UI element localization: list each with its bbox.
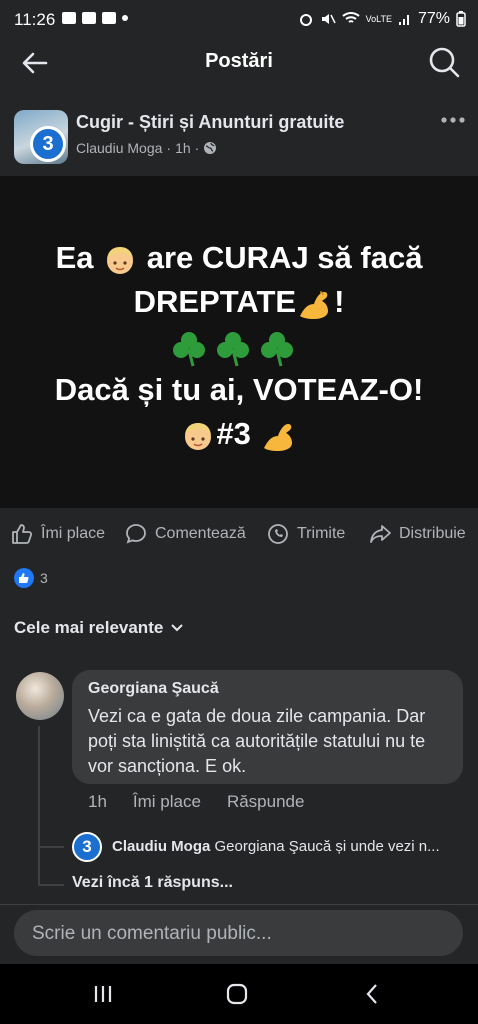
woman-emoji-icon: [185, 422, 212, 450]
back-nav-icon[interactable]: [358, 980, 388, 1008]
sort-label: Cele mai relevante: [14, 618, 164, 637]
shamrock-icon: [173, 331, 293, 367]
flexed-biceps-icon: [300, 291, 329, 319]
whatsapp-icon: [268, 524, 288, 544]
group-badge: 3: [30, 126, 66, 162]
gallery-icon: [62, 12, 76, 24]
comment-icon: [126, 524, 146, 544]
reactions-summary[interactable]: 3: [14, 568, 48, 588]
post-text-line1: Ea are CURAJ să facă: [0, 236, 478, 280]
thread-line: [38, 726, 40, 886]
mail-icon: [82, 12, 96, 24]
comment-time: 1h: [88, 792, 107, 811]
like-reaction-icon: [14, 568, 34, 588]
home-icon[interactable]: [222, 980, 252, 1008]
thread-branch: [38, 884, 64, 886]
post-image[interactable]: Ea are CURAJ să facă DREPTATE ! Dacă și …: [0, 176, 478, 508]
group-avatar[interactable]: 3: [14, 110, 68, 164]
thumbs-up-icon: [12, 524, 33, 544]
volte-label: VoLTE: [365, 13, 392, 24]
battery-icon: [456, 11, 466, 27]
search-icon[interactable]: [426, 44, 462, 80]
share-button[interactable]: Distribuie: [368, 522, 466, 546]
view-more-replies-link[interactable]: Vezi încă 1 răspuns...: [72, 874, 233, 892]
meta-separator: ·: [166, 140, 172, 156]
commenter-avatar[interactable]: [16, 672, 64, 720]
battery-percent: 77%: [417, 10, 450, 27]
more-notifications-icon: [122, 15, 128, 21]
more-options-icon[interactable]: [438, 110, 468, 130]
status-time: 11:26: [14, 10, 56, 29]
post-text-line5: #3: [0, 412, 478, 456]
reply-author: Claudiu Moga: [112, 838, 211, 855]
reply-preview[interactable]: Claudiu Moga Georgiana Şaucă și unde vez…: [112, 838, 462, 855]
globe-icon: [204, 142, 217, 154]
app-header: Postări: [0, 40, 478, 84]
comment-text: Vezi ca e gata de doua zile campania. Da…: [88, 706, 426, 776]
alarm-icon: [299, 14, 312, 26]
chevron-down-icon: [171, 624, 184, 632]
comment-input[interactable]: [30, 910, 454, 958]
comment-button[interactable]: Comentează: [124, 522, 246, 546]
system-icons: VoLTE 77%: [298, 10, 466, 28]
post-time[interactable]: 1h: [175, 140, 191, 156]
post-text-line3: [0, 324, 478, 368]
thread-branch: [38, 846, 64, 848]
share-icon: [370, 525, 391, 543]
page-title: Postări: [205, 50, 273, 72]
meta-separator: ·: [194, 140, 200, 156]
like-button[interactable]: Îmi place: [10, 522, 105, 546]
comment-like-button[interactable]: Îmi place: [133, 792, 201, 812]
comment-composer[interactable]: [14, 910, 463, 958]
signal-icon: [398, 15, 409, 25]
flexed-biceps-icon: [263, 423, 292, 451]
mute-icon: [321, 14, 336, 24]
reply-text: Georgiana Şaucă și unde vezi n...: [214, 838, 440, 855]
post-text-line4: Dacă și tu ai, VOTEAZ-O!: [54, 372, 424, 407]
send-button[interactable]: Trimite: [266, 522, 345, 546]
woman-emoji-icon: [107, 246, 134, 274]
post-meta: Claudiu Moga · 1h ·: [76, 140, 217, 156]
post-author[interactable]: Claudiu Moga: [76, 140, 162, 156]
comment-author[interactable]: Georgiana Şaucă: [88, 680, 219, 698]
comment-meta: 1h Îmi place Răspunde: [88, 792, 304, 812]
notification-icons: [62, 12, 128, 24]
reaction-count: 3: [40, 570, 48, 586]
comment-sort-dropdown[interactable]: Cele mai relevante: [14, 618, 184, 638]
comment-bubble[interactable]: Georgiana Şaucă Vezi ca e gata de doua z…: [72, 670, 463, 784]
recent-apps-icon[interactable]: [88, 980, 118, 1008]
post-actions: Îmi place Comentează Trimite Distribuie: [0, 512, 478, 556]
mail-icon: [102, 12, 116, 24]
group-name[interactable]: Cugir - Știri și Anunturi gratuite: [76, 112, 344, 133]
system-nav-bar: [0, 964, 478, 1024]
wifi-icon: [341, 12, 360, 23]
post-text-line2: DREPTATE !: [0, 280, 478, 324]
status-bar: 11:26 VoLTE 77%: [0, 0, 478, 40]
comment-reply-button[interactable]: Răspunde: [227, 792, 305, 812]
reply-avatar[interactable]: 3: [72, 832, 102, 862]
